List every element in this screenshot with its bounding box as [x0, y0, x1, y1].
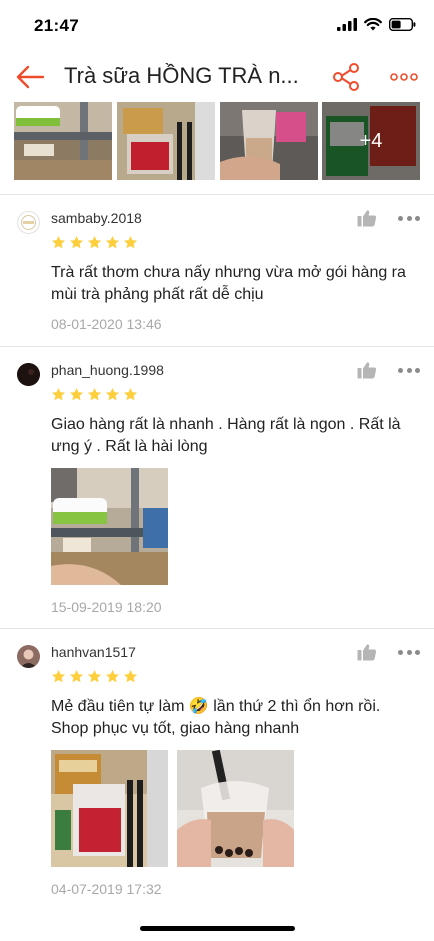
more-dots-icon: [398, 367, 403, 373]
review-photo-thumb[interactable]: [117, 102, 215, 180]
avatar[interactable]: [17, 645, 40, 668]
rating-stars: [51, 235, 138, 250]
review-image-milk-tea-cup: [177, 750, 294, 867]
star-icon: [105, 669, 120, 683]
avatar-image-person: [17, 645, 40, 668]
more-dots-icon: [398, 215, 403, 221]
thumb-image-product-package: [117, 102, 215, 180]
thumbs-up-icon[interactable]: [357, 643, 377, 661]
review-image-product-package: [51, 750, 168, 867]
arrow-left-icon: [16, 65, 45, 89]
star-icon: [51, 669, 66, 683]
star-icon: [87, 235, 102, 249]
thumb-image-kitchen: [14, 102, 112, 180]
star-icon: [69, 669, 84, 683]
review-photo-thumb[interactable]: [14, 102, 112, 180]
status-icons: [337, 18, 416, 31]
review-username[interactable]: phan_huong.1998: [51, 362, 164, 378]
review-photo[interactable]: [177, 750, 294, 867]
star-icon: [51, 387, 66, 401]
rating-stars: [51, 669, 138, 684]
star-icon: [123, 387, 138, 401]
avatar[interactable]: [17, 211, 40, 234]
review-image-kitchen: [51, 468, 168, 585]
review-photo-thumb[interactable]: [220, 102, 318, 180]
avatar-image-dark: [17, 363, 40, 386]
page-title: Trà sữa HỒNG TRÀ n...: [64, 63, 299, 88]
review-item: hanhvan1517 Mẻ đầu tiên tự làm 🤣 lần thứ…: [0, 629, 434, 919]
star-icon: [51, 235, 66, 249]
more-dots-icon: [390, 73, 418, 81]
star-icon: [105, 235, 120, 249]
more-photos-badge: +4: [359, 129, 383, 152]
review-item: phan_huong.1998 Giao hàng rất là nhanh .…: [0, 347, 434, 627]
share-button[interactable]: [330, 61, 362, 93]
more-dots-icon: [398, 649, 403, 655]
review-more-button[interactable]: [398, 366, 420, 374]
avatar[interactable]: [17, 363, 40, 386]
cellular-signal-icon: [337, 18, 357, 31]
star-icon: [69, 235, 84, 249]
review-photo[interactable]: [51, 750, 168, 867]
status-time: 21:47: [34, 16, 79, 35]
avatar-image-logo: [18, 212, 39, 233]
nav-bar: Trà sữa HỒNG TRÀ n...: [0, 52, 434, 102]
review-username[interactable]: hanhvan1517: [51, 644, 136, 660]
thumbs-up-icon[interactable]: [357, 209, 377, 227]
star-icon: [105, 387, 120, 401]
home-indicator: [140, 926, 295, 931]
review-photo[interactable]: [51, 468, 168, 585]
star-icon: [69, 387, 84, 401]
review-username[interactable]: sambaby.2018: [51, 210, 142, 226]
wifi-icon: [364, 18, 382, 31]
review-text: Giao hàng rất là nhanh . Hàng rất là ngo…: [51, 416, 401, 455]
thumbs-up-icon[interactable]: [357, 361, 377, 379]
star-icon: [123, 669, 138, 683]
rating-stars: [51, 387, 138, 402]
status-bar: 21:47: [0, 0, 434, 52]
review-more-button[interactable]: [398, 214, 420, 222]
battery-icon: [389, 18, 416, 31]
top-photo-strip: +4: [0, 102, 434, 194]
review-date: 15-09-2019 18:20: [51, 599, 162, 615]
star-icon: [87, 387, 102, 401]
review-date: 04-07-2019 17:32: [51, 881, 162, 897]
review-date: 08-01-2020 13:46: [51, 316, 162, 332]
back-button[interactable]: [14, 61, 46, 93]
thumb-image-drink-cup: [220, 102, 318, 180]
review-text: Mẻ đầu tiên tự làm 🤣 lần thứ 2 thì ổn hơ…: [51, 698, 381, 737]
more-options-button[interactable]: [386, 61, 422, 93]
review-text: Trà rất thơm chưa nấy nhưng vừa mở gói h…: [51, 264, 406, 303]
review-item: sambaby.2018 Trà rất thơm chưa nấy nhưng…: [0, 195, 434, 345]
review-photo-thumb-more[interactable]: +4: [322, 102, 420, 180]
star-icon: [123, 235, 138, 249]
review-more-button[interactable]: [398, 648, 420, 656]
star-icon: [87, 669, 102, 683]
share-icon: [333, 63, 359, 91]
